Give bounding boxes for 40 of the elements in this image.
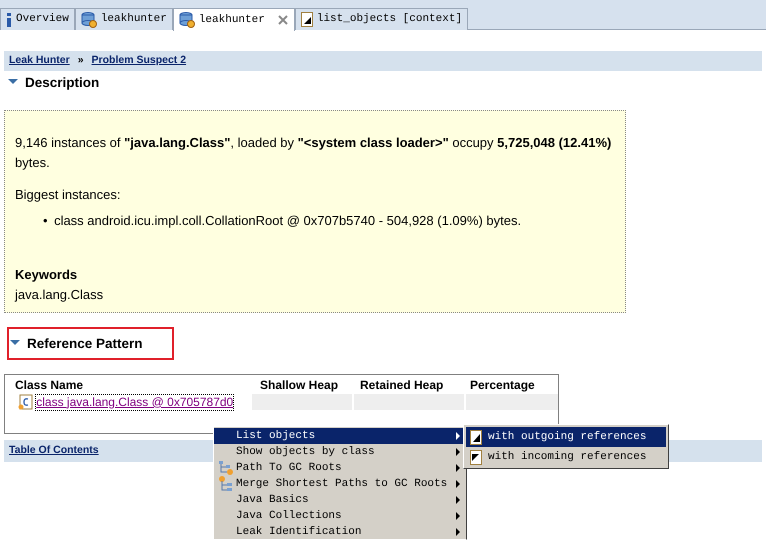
bullet: • <box>43 212 48 230</box>
editor-tab[interactable]: list_objects [context] <box>294 8 468 30</box>
document-icon <box>470 430 482 444</box>
menu-item[interactable]: with incoming references <box>466 447 666 467</box>
menu-item[interactable]: List objects <box>214 428 466 444</box>
column-header: Class Name <box>14 377 84 394</box>
menu-item[interactable]: Show objects by class <box>214 444 466 460</box>
breadcrumb-link[interactable]: Leak Hunter <box>9 53 70 69</box>
class-icon <box>17 394 33 410</box>
toc-link[interactable]: Table Of Contents <box>9 443 99 460</box>
menu-item[interactable]: Leak Identification <box>214 524 466 539</box>
breadcrumb-separator: » <box>78 53 84 68</box>
info-icon <box>6 12 12 26</box>
section-title: Description <box>25 74 100 92</box>
editor-tab[interactable]: leakhunter <box>172 8 295 31</box>
menu-item[interactable]: Java Collections <box>214 508 466 524</box>
breadcrumb-link[interactable]: Problem Suspect 2 <box>92 53 186 69</box>
database-gear-icon <box>80 12 97 28</box>
editor-tab[interactable]: Overview <box>0 8 75 30</box>
column-header: Retained Heap <box>359 377 444 394</box>
column-header: Percentage <box>469 377 536 394</box>
editor-tab[interactable]: leakhunter <box>74 8 173 30</box>
menu-item[interactable]: with outgoing references <box>466 427 666 447</box>
class-link[interactable]: class java.lang.Class @ 0x705787d0 <box>36 394 234 410</box>
document-icon <box>470 450 482 464</box>
column-header: Shallow Heap <box>259 377 340 394</box>
list-item: class android.icu.impl.coll.CollationRoot @ 0x707b5740 - 504,928 (1.09%) bytes. <box>54 212 522 230</box>
biggest-label: Biggest instances: <box>15 186 122 204</box>
menu-item[interactable]: Path To GC Roots <box>214 460 466 476</box>
tree-icon <box>218 476 234 492</box>
tree-icon <box>218 460 234 476</box>
keywords-text: java.lang.Class <box>15 286 104 304</box>
keywords-label: Keywords <box>15 266 78 284</box>
menu-item[interactable]: Merge Shortest Paths to GC Roots <box>214 476 466 492</box>
section-title: Reference Pattern <box>27 334 143 353</box>
close-icon[interactable] <box>276 14 289 26</box>
database-gear-icon <box>178 12 195 28</box>
menu-item[interactable]: Java Basics <box>214 492 466 508</box>
document-icon <box>300 12 313 27</box>
summary-text: 9,146 instances of "java.lang.Class", loaded by "<system class loader>" occupy 5,725,048 (12.41%) bytes. <box>15 134 612 172</box>
